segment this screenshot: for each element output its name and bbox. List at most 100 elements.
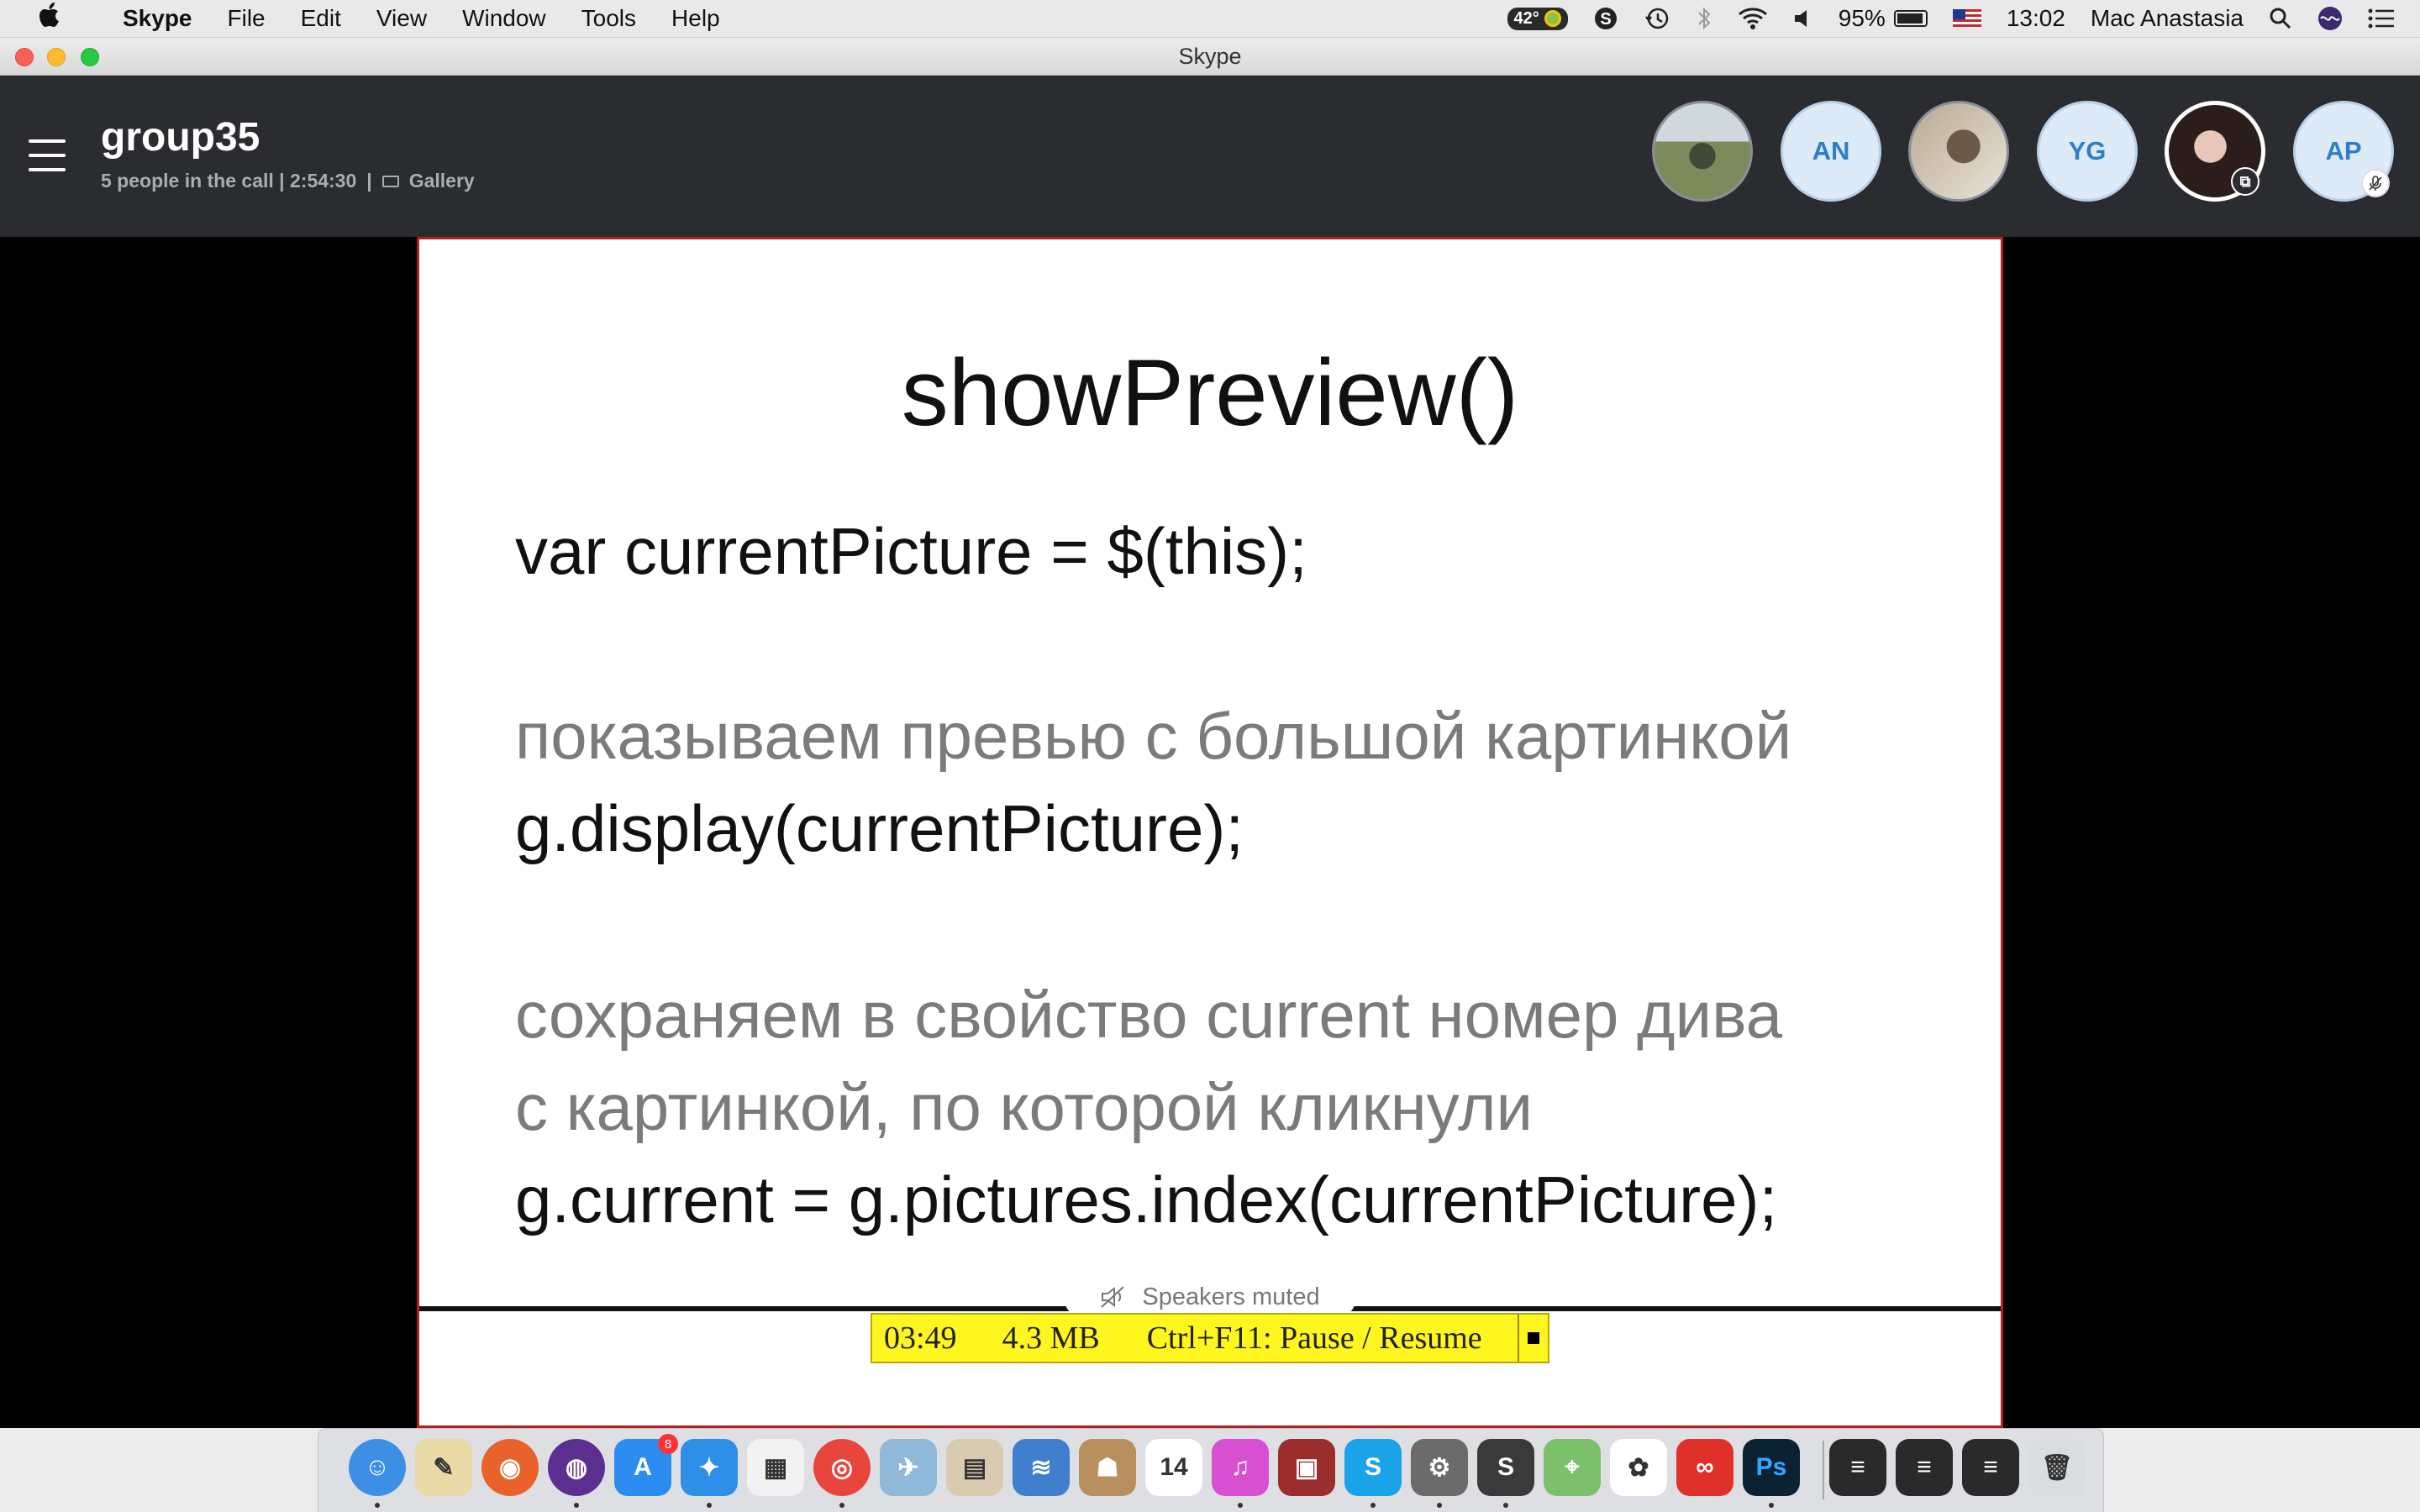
window-zoom-button[interactable] — [81, 48, 99, 66]
slide-code-line-3: g.current = g.pictures.index(currentPict… — [515, 1163, 1778, 1236]
dock-photoshop-icon[interactable]: Ps — [1743, 1439, 1800, 1496]
recording-size: 4.3 MB — [1002, 1320, 1100, 1356]
popout-icon[interactable]: ⧉ — [2231, 167, 2260, 196]
temperature-label: 42° — [1513, 8, 1539, 28]
dock-creative-cloud-icon[interactable]: ∞ — [1676, 1439, 1733, 1496]
user-name[interactable]: Mac Anastasia — [2091, 5, 2244, 32]
dock-photos-icon[interactable]: ✿ — [1610, 1439, 1667, 1496]
weather-icon — [1544, 10, 1561, 27]
dock-running-indicator — [1370, 1503, 1376, 1508]
dock-launchpad-icon[interactable]: ▦ — [747, 1439, 804, 1496]
apple-menu-icon[interactable] — [34, 2, 67, 35]
dock-running-indicator — [839, 1503, 844, 1508]
mic-muted-icon — [2361, 169, 2390, 197]
dock-chrome-icon[interactable]: ◎ — [813, 1439, 871, 1496]
dock-maps-icon[interactable]: ⌖ — [1544, 1439, 1601, 1496]
menu-tools[interactable]: Tools — [581, 5, 636, 32]
menu-app-skype[interactable]: Skype — [123, 5, 192, 32]
dock-running-indicator — [707, 1503, 712, 1508]
dock-contacts-icon[interactable]: ☗ — [1079, 1439, 1136, 1496]
participant-initials: AN — [1812, 136, 1850, 165]
dock-running-indicator — [1769, 1503, 1774, 1508]
dock-running-indicator — [574, 1503, 579, 1508]
window-minimize-button[interactable] — [47, 48, 66, 66]
slide-code-line-2: g.display(currentPicture); — [515, 791, 1244, 865]
dock-sublime-text-icon[interactable]: S — [1477, 1439, 1534, 1496]
slide-comment-2b: с картинкой, по которой кликнули — [515, 1070, 1534, 1144]
participant-avatar-self[interactable]: ⧉ — [2165, 101, 2265, 202]
siri-icon[interactable] — [2317, 6, 2343, 31]
dock-running-indicator — [375, 1503, 380, 1508]
gallery-view-button[interactable]: Gallery — [409, 170, 475, 192]
participant-avatar-1[interactable] — [1652, 101, 1753, 202]
dock-window-1-icon[interactable]: ≡ — [1829, 1439, 1886, 1496]
time-machine-icon[interactable] — [1644, 6, 1670, 31]
dock-badge: 8 — [658, 1434, 678, 1454]
svg-text:S: S — [1600, 10, 1611, 29]
participant-initials: AP — [2325, 136, 2362, 165]
weather-widget[interactable]: 42° — [1507, 7, 1568, 30]
info-separator: | — [366, 170, 372, 192]
menu-hamburger-icon[interactable] — [29, 139, 66, 171]
volume-icon[interactable] — [1793, 8, 1813, 29]
participant-avatar-2[interactable] — [1908, 101, 2009, 202]
dock-skype-icon[interactable]: S — [1344, 1439, 1402, 1496]
recording-time: 03:49 — [884, 1320, 957, 1356]
dock-textedit-icon[interactable]: ✎ — [415, 1439, 472, 1496]
participant-avatar-yg[interactable]: YG — [2037, 101, 2138, 202]
gallery-icon — [381, 175, 399, 187]
wifi-icon[interactable] — [1738, 7, 1768, 30]
bluetooth-icon[interactable] — [1696, 6, 1712, 31]
dock-filezilla-icon[interactable]: ≋ — [1013, 1439, 1070, 1496]
slide-comment-2a: сохраняем в свойство current номер дива — [515, 978, 1783, 1052]
battery-indicator[interactable]: 95% — [1839, 5, 1928, 32]
call-info: 5 people in the call | 2:54:30 | Gallery — [101, 170, 475, 192]
dock-calendar-icon[interactable]: 14 — [1145, 1439, 1202, 1496]
dock-running-indicator — [1437, 1503, 1442, 1508]
status-area: 42° S 95% 13:02 Mac Anastasia — [1507, 0, 2420, 37]
dock-separator — [1823, 1441, 1824, 1499]
window-title-bar: Skype — [0, 38, 2420, 76]
dock-running-indicator — [1238, 1503, 1243, 1508]
dock-window-2-icon[interactable]: ≡ — [1896, 1439, 1953, 1496]
dock-files-icon[interactable]: ▤ — [946, 1439, 1003, 1496]
slide-title: showPreview() — [901, 340, 1519, 445]
recording-hotkey-hint: Ctrl+F11: Pause / Resume — [1146, 1320, 1482, 1356]
dock-system-preferences-icon[interactable]: ⚙ — [1411, 1439, 1468, 1496]
speaker-muted-icon — [1101, 1286, 1125, 1308]
dock-itunes-icon[interactable]: ♫ — [1212, 1439, 1269, 1496]
participant-avatar-an[interactable]: AN — [1781, 101, 1881, 202]
spotlight-search-icon[interactable] — [2269, 7, 2292, 30]
dock-trash-icon[interactable]: 🗑 — [2028, 1439, 2086, 1496]
battery-percent: 95% — [1838, 5, 1886, 31]
notification-center-icon[interactable] — [2368, 8, 2395, 29]
menu-edit[interactable]: Edit — [301, 5, 341, 32]
toast-text: Speakers muted — [1142, 1283, 1320, 1310]
dock-running-indicator — [1503, 1503, 1508, 1508]
stop-recording-button[interactable] — [1518, 1315, 1548, 1362]
dock-safari-icon[interactable]: ✦ — [681, 1439, 738, 1496]
menu-window[interactable]: Window — [462, 5, 546, 32]
window-title: Skype — [1178, 43, 1242, 69]
menu-help[interactable]: Help — [671, 5, 720, 32]
call-people-duration: 5 people in the call | 2:54:30 — [101, 170, 357, 192]
battery-icon — [1893, 10, 1928, 27]
dock: ☺ ✎ ◉ ◍ A 8 ✦ ▦ ◎ ✈ ▤ ≋ ☗ 14 ♫ ▣ S ⚙ S ⌖ ✿ ∞ Ps ≡ ≡ ≡ 🗑 — [318, 1428, 2104, 1512]
menu-file[interactable]: File — [228, 5, 266, 32]
dock-photo-booth-icon[interactable]: ▣ — [1278, 1439, 1335, 1496]
menu-view[interactable]: View — [376, 5, 427, 32]
skype-status-icon[interactable]: S — [1593, 6, 1618, 31]
dock-preview-icon[interactable]: ✈ — [880, 1439, 937, 1496]
participant-avatar-ap[interactable]: AP — [2293, 101, 2394, 202]
dock-finder-icon[interactable]: ☺ — [349, 1439, 406, 1496]
dock-siri-icon[interactable]: ◍ — [548, 1439, 605, 1496]
slide-comment-1: показываем превью с большой картинкой — [515, 699, 1792, 773]
input-source-flag-icon[interactable] — [1952, 9, 1981, 28]
clock[interactable]: 13:02 — [2007, 5, 2065, 32]
dock-window-3-icon[interactable]: ≡ — [1962, 1439, 2019, 1496]
menu-bar: Skype File Edit View Window Tools Help 4… — [0, 0, 2420, 38]
dock-firefox-icon[interactable]: ◉ — [481, 1439, 539, 1496]
participant-initials: YG — [2068, 136, 2107, 165]
call-title: group35 — [101, 115, 260, 160]
window-close-button[interactable] — [15, 48, 34, 66]
